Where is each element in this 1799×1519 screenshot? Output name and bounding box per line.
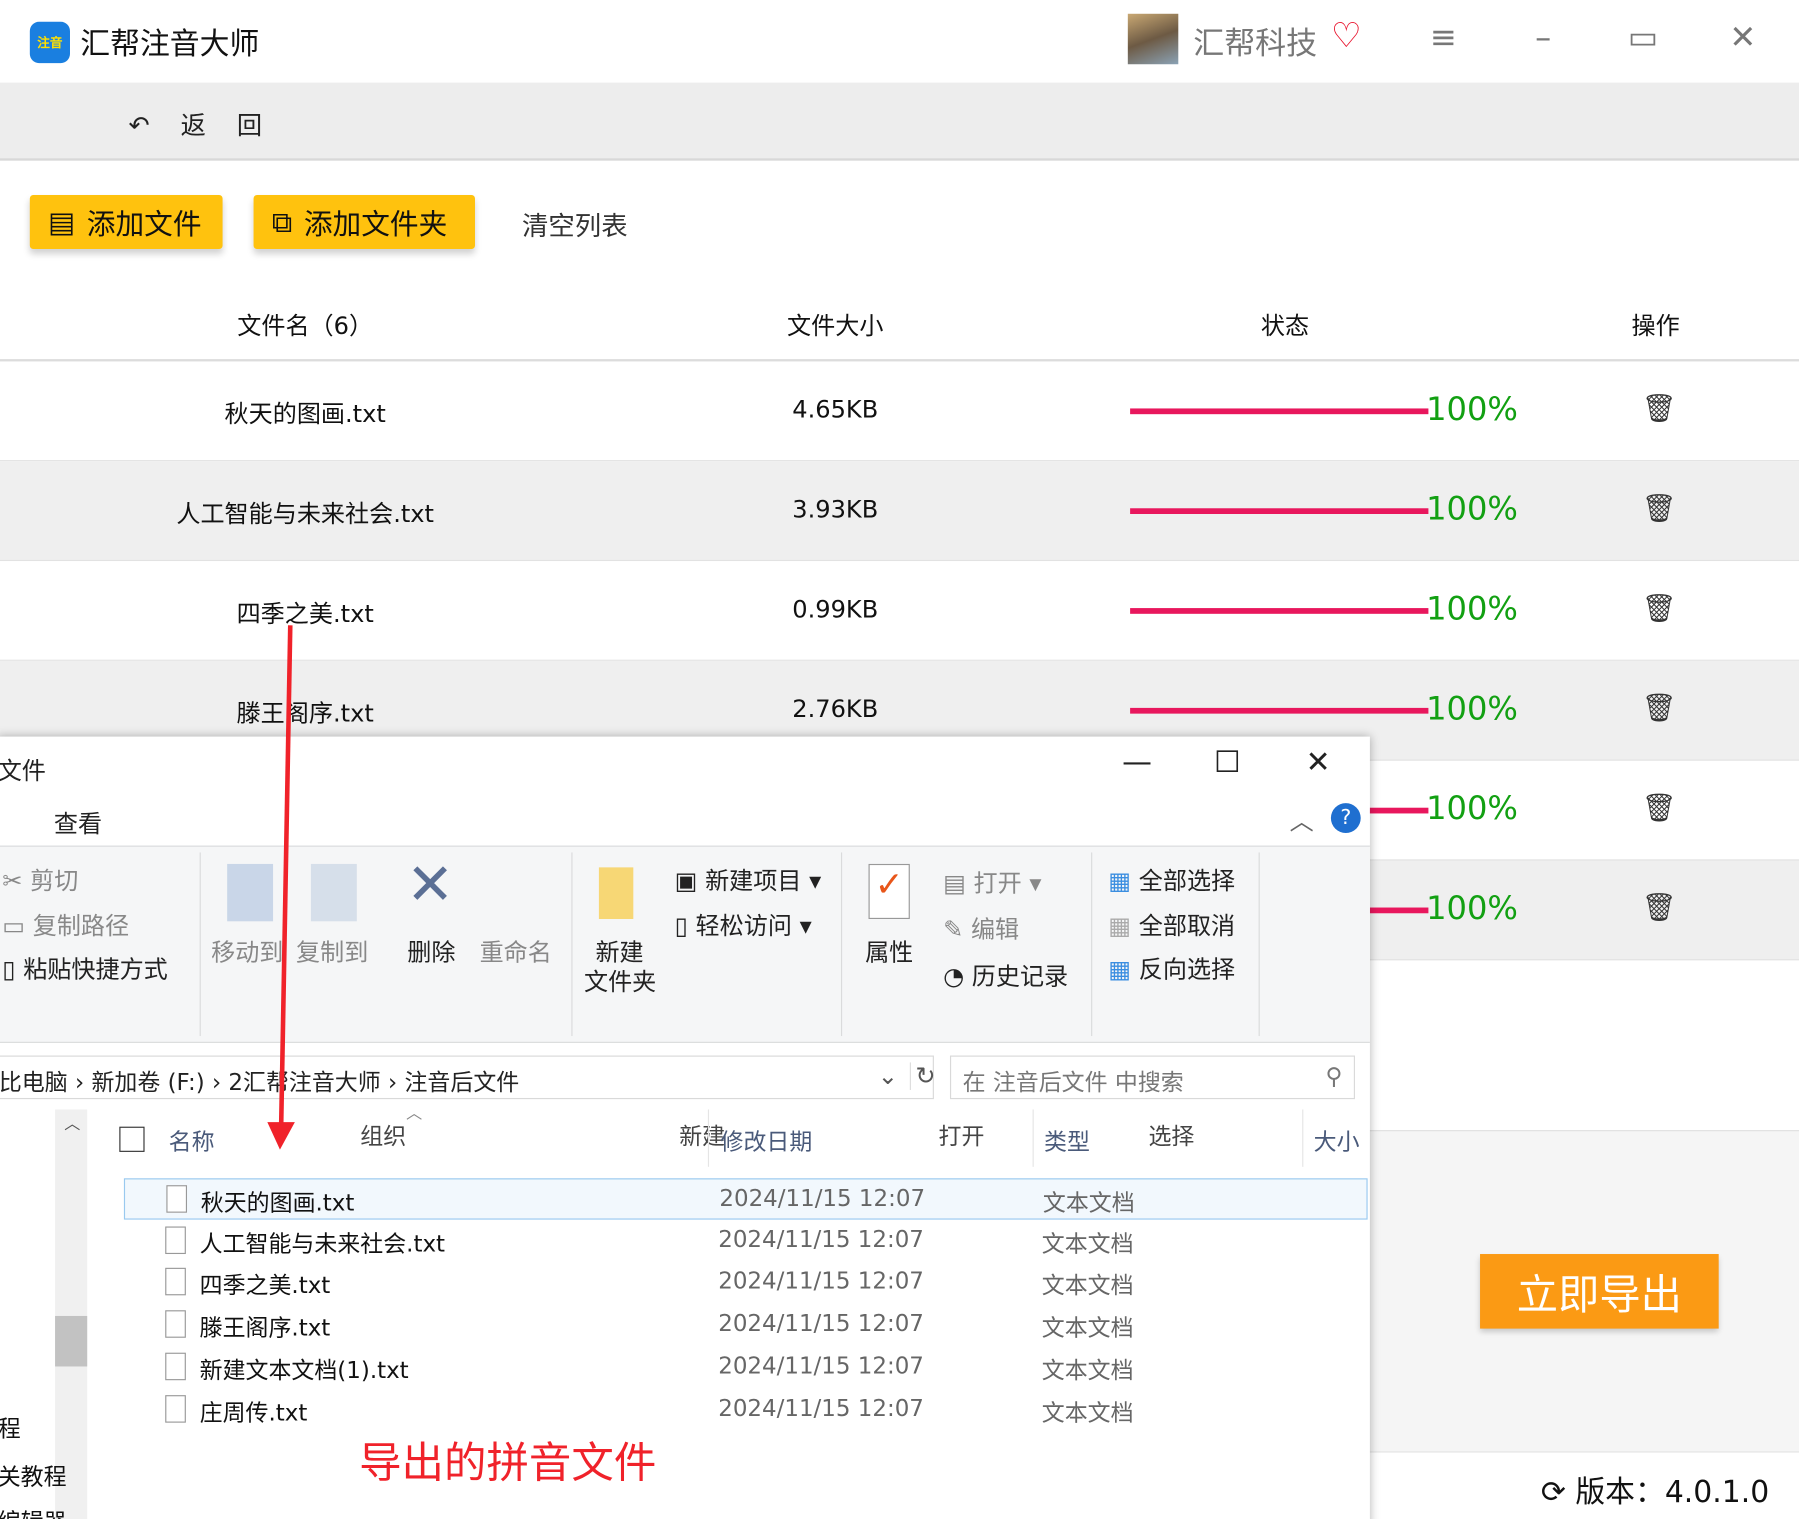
annotation-arrow — [267, 625, 295, 1150]
annotation-text: 导出的拼音文件 — [359, 1438, 657, 1489]
